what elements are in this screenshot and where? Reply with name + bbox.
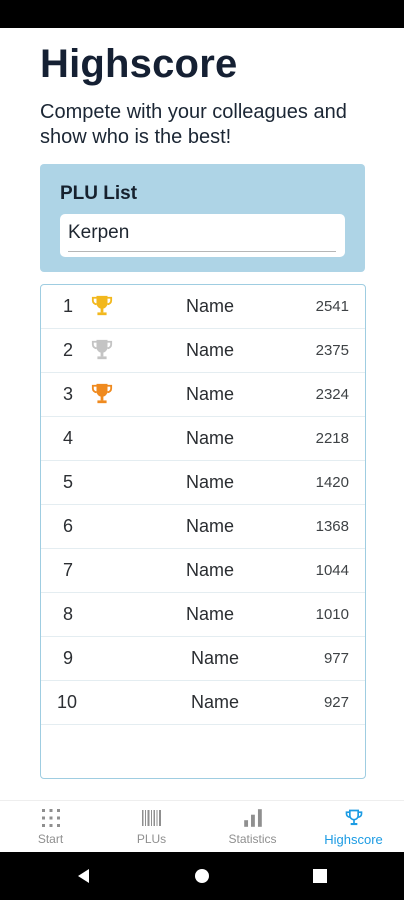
player-score: 1368 (315, 518, 349, 535)
back-icon[interactable] (74, 866, 94, 886)
table-row[interactable]: 6 Name 1368 (41, 505, 365, 549)
page-subtitle: Compete with your colleagues and show wh… (40, 101, 347, 148)
bottom-navigation: Start PLUs Statistics Highscore (0, 800, 404, 852)
rank-number: 4 (63, 428, 74, 448)
player-score: 927 (323, 694, 349, 711)
table-row[interactable]: 9 Name 977 (41, 637, 365, 681)
nav-item-highscore[interactable]: Highscore (303, 801, 404, 853)
player-name: Name (186, 340, 235, 360)
nav-item-start[interactable]: Start (0, 801, 101, 853)
gold-trophy-icon (91, 295, 113, 316)
rank-number: 3 (63, 384, 74, 404)
player-score: 2218 (315, 430, 349, 447)
rank-number: 9 (63, 648, 74, 668)
table-row[interactable]: 4 Name 2218 (41, 417, 365, 461)
rank-number: 7 (63, 560, 74, 580)
rank-number: 1 (63, 296, 74, 316)
player-score: 1420 (315, 474, 349, 491)
player-name: Name (186, 560, 235, 580)
barcode-icon (141, 810, 161, 826)
player-name: Name (186, 296, 235, 316)
home-icon[interactable] (192, 866, 212, 886)
player-name: Name (191, 692, 240, 712)
table-row[interactable]: 1 Name 2541 (41, 285, 365, 329)
plu-list-field[interactable] (60, 214, 345, 257)
player-name: Name (186, 472, 235, 492)
rank-number: 5 (63, 472, 74, 492)
silver-trophy-icon (91, 339, 113, 360)
player-score: 1044 (315, 562, 349, 579)
plu-list-label: PLU List (60, 183, 138, 204)
player-score: 2324 (315, 386, 349, 403)
trophy-icon (345, 809, 362, 826)
rank-number: 6 (63, 516, 74, 536)
table-row[interactable]: 2 Name 2375 (41, 329, 365, 373)
table-row[interactable]: 5 Name 1420 (41, 461, 365, 505)
recents-icon[interactable] (310, 866, 330, 886)
nav-label-statistics: Statistics (228, 832, 277, 846)
status-bar (0, 0, 404, 28)
nav-label-plus: PLUs (136, 832, 167, 846)
plu-list-card: PLU List (40, 164, 365, 272)
table-row[interactable]: 8 Name 1010 (41, 593, 365, 637)
player-name: Name (186, 384, 235, 404)
bronze-trophy-icon (91, 383, 113, 404)
rank-number: 10 (57, 692, 78, 712)
table-row[interactable]: 3 Name 2324 (41, 373, 365, 417)
nav-item-statistics[interactable]: Statistics (202, 801, 303, 853)
bar-chart-icon (243, 809, 262, 827)
nav-item-plus[interactable]: PLUs (101, 801, 202, 853)
player-name: Name (191, 648, 240, 668)
rank-number: 8 (63, 604, 74, 624)
player-score: 977 (323, 650, 349, 667)
table-row[interactable]: 10 Name 927 (41, 681, 365, 725)
table-row[interactable]: 7 Name 1044 (41, 549, 365, 593)
system-navigation-bar (0, 852, 404, 900)
player-name: Name (186, 516, 235, 536)
player-score: 2541 (315, 298, 349, 315)
page-title: Highscore (40, 42, 238, 86)
player-name: Name (186, 428, 235, 448)
plu-list-input[interactable] (68, 214, 336, 252)
player-name: Name (186, 604, 235, 624)
rank-number: 2 (63, 340, 74, 360)
nav-label-highscore: Highscore (324, 832, 383, 847)
highscore-list[interactable]: 1 Name 2541 2 Name 2375 3 Name 2324 4 Na… (40, 284, 366, 779)
player-score: 1010 (315, 606, 349, 623)
player-score: 2375 (315, 342, 349, 359)
nav-label-start: Start (37, 832, 64, 846)
grid-icon (41, 809, 60, 827)
